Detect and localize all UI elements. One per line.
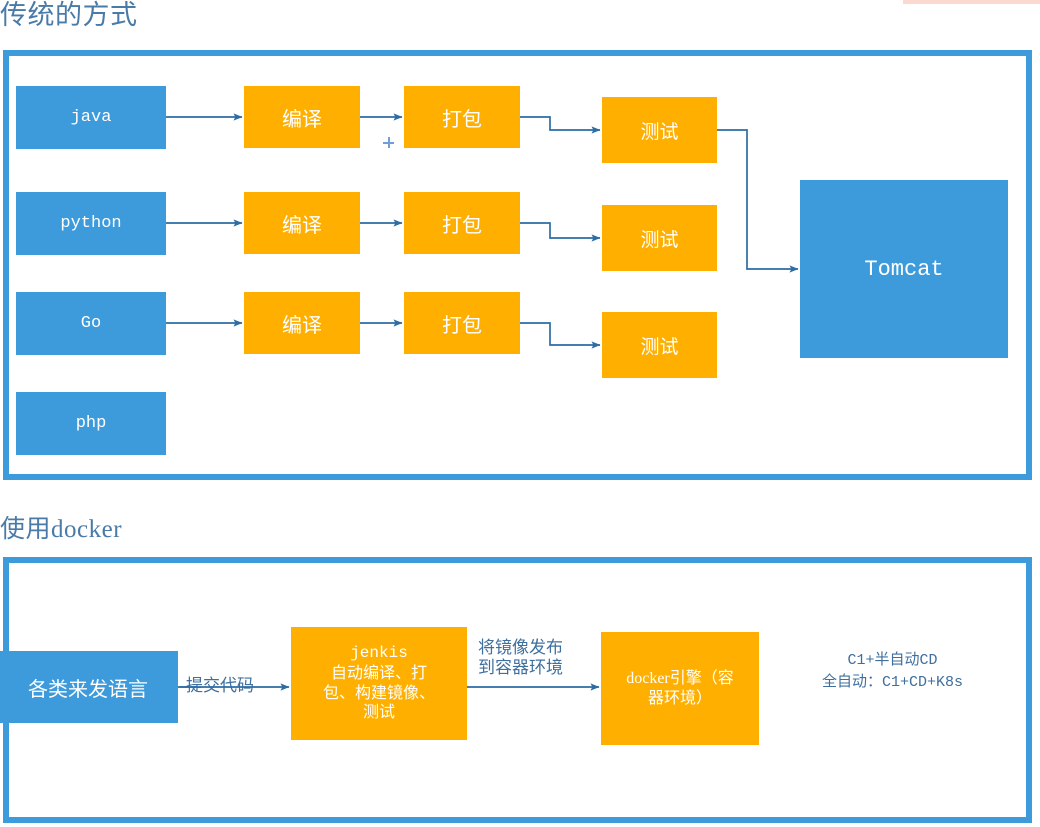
pink-strip-artifact	[903, 0, 1040, 4]
jenkis-line-2: 自动编译、打	[330, 664, 427, 682]
node-test-java[interactable]: 测试	[602, 97, 717, 163]
node-compile-go[interactable]: 编译	[244, 292, 360, 354]
docker-engine-line-2: 器环境）	[647, 689, 712, 707]
docker-engine-line-1: docker引擎（容	[626, 669, 734, 687]
node-docker-engine[interactable]: docker引擎（容 器环境）	[601, 632, 759, 745]
node-source-languages[interactable]: 各类来发语言	[0, 651, 178, 723]
edge-label-commit-code: 提交代码	[186, 676, 254, 695]
note-cicd: C1+半自动CD 全自动：C1+CD+K8s	[822, 650, 963, 694]
node-tomcat[interactable]: Tomcat	[800, 180, 1008, 358]
node-language-python[interactable]: python	[16, 192, 166, 255]
note-cicd-line-1: C1+半自动CD	[847, 652, 938, 669]
jenkis-line-3: 包、构建镜像、	[322, 684, 435, 702]
jenkis-line-1: jenkis	[350, 644, 408, 663]
edge-label-publish-image: 将镜像发布 到容器环境	[478, 638, 563, 679]
note-cicd-line-2: 全自动：C1+CD+K8s	[822, 673, 964, 691]
node-compile-python[interactable]: 编译	[244, 192, 360, 254]
node-test-go[interactable]: 测试	[602, 312, 717, 378]
publish-label-line-1: 将镜像发布	[478, 638, 563, 657]
jenkis-line-4: 测试	[362, 704, 395, 722]
diagram-canvas: 传统的方式 java python Go php 编译 编译 编译 打包 打包 …	[0, 0, 1040, 827]
node-language-php[interactable]: php	[16, 392, 166, 455]
page-title-traditional: 传统的方式	[0, 0, 138, 30]
node-language-go[interactable]: Go	[16, 292, 166, 355]
node-language-java[interactable]: java	[16, 86, 166, 149]
node-package-python[interactable]: 打包	[404, 192, 520, 254]
page-title-docker: 使用docker	[0, 516, 123, 543]
node-package-go[interactable]: 打包	[404, 292, 520, 354]
cursor-crosshair-marker	[383, 137, 394, 148]
node-package-java[interactable]: 打包	[404, 86, 520, 148]
node-compile-java[interactable]: 编译	[244, 86, 360, 148]
node-test-python[interactable]: 测试	[602, 205, 717, 271]
node-jenkis[interactable]: jenkis 自动编译、打 包、构建镜像、 测试	[291, 627, 467, 740]
publish-label-line-2: 到容器环境	[478, 658, 563, 678]
